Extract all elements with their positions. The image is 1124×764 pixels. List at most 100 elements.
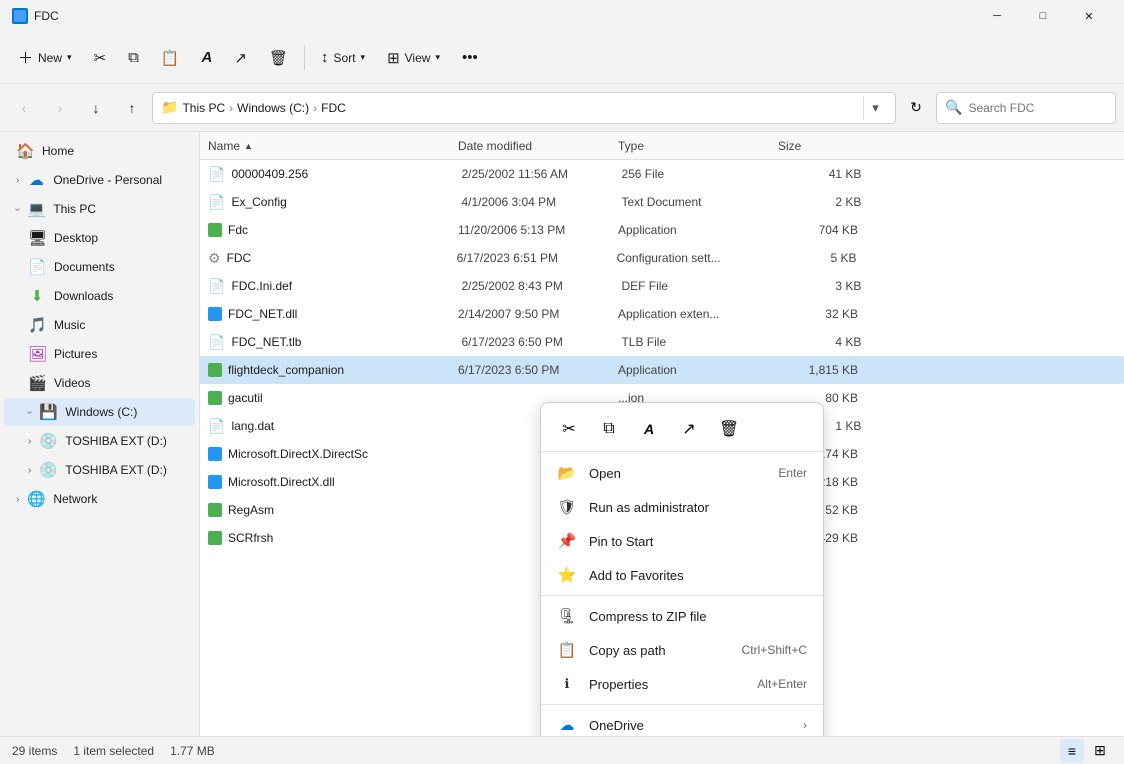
ctx-onedrive-label: OneDrive <box>589 718 791 733</box>
up-button[interactable]: ↑ <box>116 92 148 124</box>
ctx-copy-button[interactable]: ⧉ <box>593 413 625 445</box>
windowsc-icon: 💾 <box>39 403 57 421</box>
ctx-item-open[interactable]: 📂 Open Enter <box>541 456 823 490</box>
file-name: Microsoft.DirectX.DirectSc <box>228 447 458 461</box>
sidebar-label-onedrive: OneDrive - Personal <box>53 173 187 187</box>
file-row[interactable]: 📄 00000409.256 2/25/2002 11:56 AM 256 Fi… <box>200 160 1124 188</box>
grid-view-button[interactable]: ⊞ <box>1088 739 1112 763</box>
new-dropdown-icon: ▾ <box>67 52 72 63</box>
file-row[interactable]: 📄 Ex_Config 4/1/2006 3:04 PM Text Docume… <box>200 188 1124 216</box>
ctx-item-properties[interactable]: ℹ Properties Alt+Enter <box>541 667 823 701</box>
file-row[interactable]: 📄 FDC.Ini.def 2/25/2002 8:43 PM DEF File… <box>200 272 1124 300</box>
view-button[interactable]: ⊞ View ▾ <box>377 40 450 76</box>
sidebar-item-downloads[interactable]: ⬇ Downloads <box>4 282 195 310</box>
file-row[interactable]: Fdc 11/20/2006 5:13 PM Application 704 K… <box>200 216 1124 244</box>
file-icon <box>208 503 222 517</box>
home-icon: 🏠 <box>16 142 34 160</box>
toshiba2-icon: 💿 <box>39 461 57 479</box>
sidebar-label-home: Home <box>42 144 187 158</box>
ctx-share-button[interactable]: ↗ <box>673 413 705 445</box>
toshiba1-expand-icon: › <box>28 436 31 447</box>
file-icon <box>208 391 222 405</box>
file-row[interactable]: 📄 FDC_NET.tlb 6/17/2023 6:50 PM TLB File… <box>200 328 1124 356</box>
ctx-rename-button[interactable]: A <box>633 413 665 445</box>
maximize-button[interactable]: □ <box>1020 0 1066 32</box>
ctx-copypath-icon: 📋 <box>557 640 577 660</box>
sidebar-item-documents[interactable]: 📄 Documents <box>4 253 195 281</box>
ctx-item-pin-start[interactable]: 📌 Pin to Start <box>541 524 823 558</box>
share-button[interactable]: ↗ <box>224 40 257 76</box>
sidebar-item-videos[interactable]: 🎬 Videos <box>4 369 195 397</box>
file-name: lang.dat <box>231 419 461 433</box>
file-row[interactable]: FDC_NET.dll 2/14/2007 9:50 PM Applicatio… <box>200 300 1124 328</box>
file-row[interactable]: ⚙ FDC 6/17/2023 6:51 PM Configuration se… <box>200 244 1124 272</box>
thispc-expand-icon: › <box>12 207 23 210</box>
cut-button[interactable]: ✂ <box>84 40 117 76</box>
sidebar-item-onedrive[interactable]: › ☁ OneDrive - Personal <box>4 166 195 194</box>
address-bar[interactable]: 📁 This PC › Windows (C:) › FDC ▾ <box>152 92 896 124</box>
ctx-item-compress[interactable]: 🗜 Compress to ZIP file <box>541 599 823 633</box>
header-name[interactable]: Name ▲ <box>208 139 458 153</box>
ctx-item-add-favorites[interactable]: ⭐ Add to Favorites <box>541 558 823 592</box>
file-icon: 📄 <box>208 418 225 435</box>
music-icon: 🎵 <box>28 316 46 334</box>
sidebar-item-music[interactable]: 🎵 Music <box>4 311 195 339</box>
desktop-icon: 🖥 <box>28 229 46 247</box>
file-row[interactable]: flightdeck_companion 6/17/2023 6:50 PM A… <box>200 356 1124 384</box>
refresh-button[interactable]: ↻ <box>900 92 932 124</box>
minimize-button[interactable]: ─ <box>974 0 1020 32</box>
back-button[interactable]: ‹ <box>8 92 40 124</box>
header-size[interactable]: Size <box>778 139 858 153</box>
file-type: Text Document <box>621 195 781 209</box>
rename-button[interactable]: A <box>192 40 223 76</box>
sort-button[interactable]: ↕ Sort ▾ <box>311 40 375 76</box>
file-date: 2/14/2007 9:50 PM <box>458 307 618 321</box>
ctx-item-copy-path[interactable]: 📋 Copy as path Ctrl+Shift+C <box>541 633 823 667</box>
file-icon <box>208 531 222 545</box>
sidebar-item-windows-c[interactable]: › 💾 Windows (C:) <box>4 398 195 426</box>
close-button[interactable]: ✕ <box>1066 0 1112 32</box>
breadcrumb: This PC › Windows (C:) › FDC <box>182 101 345 115</box>
toolbar-sep <box>304 46 305 70</box>
copy-button[interactable]: ⧉ <box>118 40 149 76</box>
new-button[interactable]: ＋ New ▾ <box>8 40 82 76</box>
ctx-compress-icon: 🗜 <box>557 606 577 626</box>
file-icon <box>208 363 222 377</box>
header-type[interactable]: Type <box>618 139 778 153</box>
recent-locations-button[interactable]: ↓ <box>80 92 112 124</box>
sidebar-item-thispc[interactable]: › 💻 This PC <box>4 195 195 223</box>
delete-button[interactable]: 🗑 <box>259 40 298 76</box>
header-date[interactable]: Date modified <box>458 139 618 153</box>
sort-dropdown-icon: ▾ <box>361 52 366 63</box>
crumb-thispc[interactable]: This PC <box>182 101 225 115</box>
header-name-sort-icon: ▲ <box>244 141 253 151</box>
sidebar-item-toshiba1[interactable]: › 💿 TOSHIBA EXT (D:) <box>4 427 195 455</box>
ctx-item-onedrive[interactable]: ☁ OneDrive › <box>541 708 823 736</box>
paste-button[interactable]: 📋 <box>151 40 190 76</box>
sidebar: 🏠 Home › ☁ OneDrive - Personal › 💻 This … <box>0 132 200 736</box>
ctx-properties-icon: ℹ <box>557 674 577 694</box>
file-type: 256 File <box>621 167 781 181</box>
ctx-item-run-admin[interactable]: 🛡 Run as administrator <box>541 490 823 524</box>
sidebar-item-home[interactable]: 🏠 Home <box>4 137 195 165</box>
ctx-sep-2 <box>541 704 823 705</box>
forward-button[interactable]: › <box>44 92 76 124</box>
more-button[interactable]: ••• <box>452 40 488 76</box>
sidebar-item-desktop[interactable]: 🖥 Desktop <box>4 224 195 252</box>
search-box[interactable]: 🔍 <box>936 92 1116 124</box>
file-size: 5 KB <box>777 251 857 265</box>
address-dropdown-button[interactable]: ▾ <box>863 96 887 120</box>
toshiba2-expand-icon: › <box>28 465 31 476</box>
file-icon: 📄 <box>208 334 225 351</box>
list-view-button[interactable]: ≡ <box>1060 739 1084 763</box>
file-type: TLB File <box>621 335 781 349</box>
search-input[interactable] <box>968 101 1107 115</box>
ctx-delete-button[interactable]: 🗑 <box>713 413 745 445</box>
crumb-windows[interactable]: Windows (C:) <box>237 101 309 115</box>
title-bar: FDC ─ □ ✕ <box>0 0 1124 32</box>
sidebar-item-pictures[interactable]: 🖼 Pictures <box>4 340 195 368</box>
ctx-cut-button[interactable]: ✂ <box>553 413 585 445</box>
sidebar-item-network[interactable]: › 🌐 Network <box>4 485 195 513</box>
windowsc-expand-icon: › <box>24 410 35 413</box>
sidebar-item-toshiba2[interactable]: › 💿 TOSHIBA EXT (D:) <box>4 456 195 484</box>
